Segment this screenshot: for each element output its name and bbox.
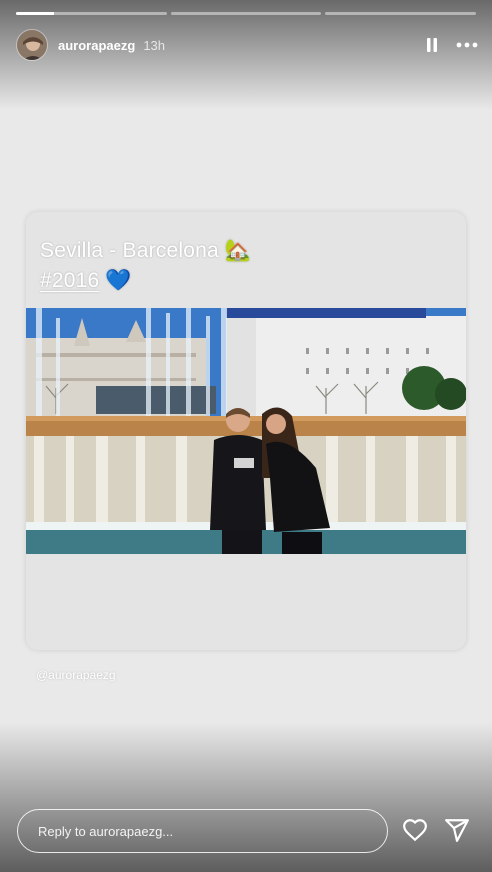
story-viewer: aurorapaezg 13h Sevilla - Barcelona 🏡 #2… bbox=[0, 0, 492, 872]
more-options-icon[interactable] bbox=[456, 42, 478, 48]
story-timestamp: 13h bbox=[143, 37, 166, 53]
post-caption: Sevilla - Barcelona 🏡 #2016 💙 bbox=[40, 236, 251, 296]
progress-segment bbox=[325, 12, 477, 15]
send-icon[interactable] bbox=[444, 817, 470, 843]
reply-input[interactable] bbox=[38, 823, 387, 839]
caption-text: Sevilla - Barcelona bbox=[40, 239, 219, 262]
username[interactable]: aurorapaezg bbox=[58, 38, 135, 53]
house-emoji-icon: 🏡 bbox=[224, 239, 252, 262]
post-photo bbox=[26, 308, 466, 554]
story-progress bbox=[16, 12, 477, 15]
pause-icon[interactable] bbox=[424, 37, 440, 53]
story-header: aurorapaezg 13h bbox=[16, 28, 478, 62]
avatar-image bbox=[17, 30, 47, 60]
progress-fill bbox=[16, 12, 54, 15]
heart-icon[interactable] bbox=[402, 817, 428, 843]
hashtag-link[interactable]: #2016 bbox=[40, 269, 99, 293]
avatar[interactable] bbox=[16, 29, 48, 61]
progress-segment bbox=[16, 12, 167, 15]
blue-heart-emoji-icon: 💙 bbox=[105, 269, 132, 292]
progress-segment bbox=[170, 12, 322, 15]
mention-sticker[interactable]: @aurorapaezg bbox=[36, 668, 116, 682]
shared-post-card[interactable]: Sevilla - Barcelona 🏡 #2016 💙 bbox=[26, 212, 466, 650]
reply-field[interactable] bbox=[17, 809, 388, 853]
